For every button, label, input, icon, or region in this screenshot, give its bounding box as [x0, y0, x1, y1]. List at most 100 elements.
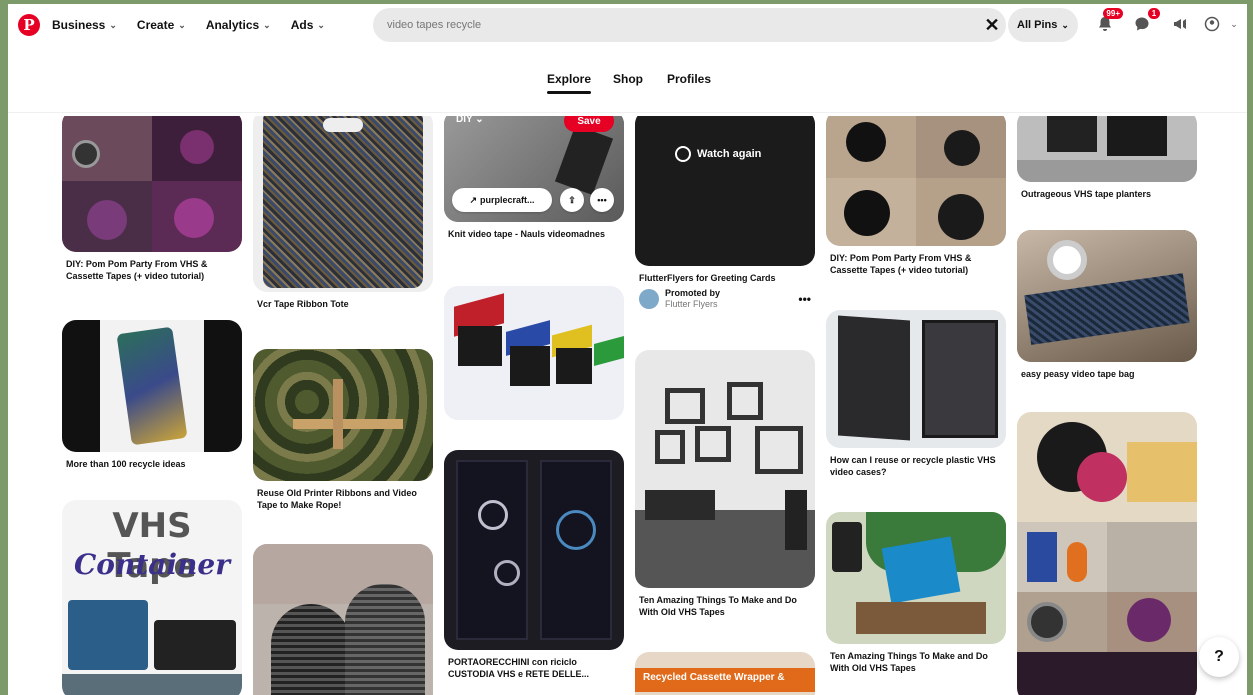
business-menu-button[interactable]: Business ⌄ [46, 14, 123, 36]
pin-image: Recycled Cassette Wrapper & [635, 652, 815, 695]
chevron-down-icon: ⌄ [1061, 19, 1069, 30]
pin-title: Outrageous VHS tape planters [1021, 189, 1152, 199]
pin-image [826, 310, 1006, 448]
source-link-button[interactable]: ↗ purplecraft... [452, 188, 552, 212]
search-query: video tapes recycle [387, 19, 482, 31]
advertiser-name: Flutter Flyers [665, 299, 718, 309]
pin-image [253, 349, 433, 481]
megaphone-icon[interactable] [1168, 12, 1192, 36]
pin-card[interactable]: DIY ⌄ Save ↗ purplecraft... ⇪ ••• Knit v… [444, 116, 624, 240]
pin-image [1017, 412, 1197, 695]
banner-text: Recycled Cassette Wrapper & [643, 672, 785, 683]
pin-image [444, 286, 624, 420]
pin-image [826, 512, 1006, 644]
pin-card[interactable]: More than 100 recycle ideas [62, 320, 242, 470]
chevron-down-icon: ⌄ [263, 19, 271, 30]
search-input[interactable]: video tapes recycle ✕ [373, 8, 1006, 42]
create-menu-button[interactable]: Create ⌄ [131, 14, 192, 36]
notifications-badge: 99+ [1103, 8, 1123, 19]
create-label: Create [136, 18, 175, 32]
messages-badge: 1 [1148, 8, 1160, 19]
pin-card[interactable]: DIY: Pom Pom Party From VHS & Cassette T… [62, 116, 242, 282]
analytics-menu-button[interactable]: Analytics ⌄ [200, 14, 277, 36]
filter-label: All Pins [1017, 19, 1058, 31]
pin-image [62, 320, 242, 452]
board-label: DIY [456, 116, 473, 125]
pin-image [444, 450, 624, 650]
promoted-label: Promoted by [665, 288, 721, 298]
pin-image: DIY ⌄ Save ↗ purplecraft... ⇪ ••• [444, 116, 624, 222]
pin-card[interactable]: Ten Amazing Things To Make and Do With O… [826, 512, 1006, 674]
pin-title: FlutterFlyers for Greeting Cards [639, 273, 776, 283]
search-tabs: Explore Shop Profiles [0, 72, 1253, 102]
pin-image [253, 116, 433, 292]
pinterest-logo[interactable]: P [18, 14, 40, 36]
bell-icon[interactable]: 99+ [1093, 8, 1123, 36]
pin-image [826, 116, 1006, 246]
chevron-down-icon: ⌄ [178, 19, 186, 30]
pin-title: easy peasy video tape bag [1021, 369, 1135, 379]
pin-card[interactable] [444, 286, 624, 420]
pin-title: Ten Amazing Things To Make and Do With O… [639, 595, 797, 617]
link-icon: ↗ [469, 194, 478, 205]
chevron-down-icon: ⌄ [317, 19, 325, 30]
search-filter-dropdown[interactable]: All Pins ⌄ [1008, 8, 1078, 42]
advertiser-avatar [639, 289, 659, 309]
pin-title: DIY: Pom Pom Party From VHS & Cassette T… [830, 253, 972, 275]
watch-again-label: Watch again [697, 148, 762, 160]
pin-card[interactable] [1017, 412, 1197, 695]
pin-card[interactable]: Ten Amazing Things To Make and Do With O… [635, 350, 815, 618]
pin-card[interactable] [253, 544, 433, 695]
pin-title: How can I reuse or recycle plastic VHS v… [830, 455, 996, 477]
clear-search-icon[interactable]: ✕ [978, 15, 1006, 36]
replay-icon [675, 146, 691, 162]
image-subheading: Container [74, 548, 230, 581]
promoted-by-row[interactable]: Promoted by Flutter Flyers ••• [635, 288, 815, 310]
pin-card[interactable]: VHS Tape Container [62, 500, 242, 695]
chat-icon[interactable]: 1 [1130, 8, 1160, 36]
chevron-down-icon: ⌄ [109, 19, 117, 30]
pin-image [62, 116, 242, 252]
pin-image: Watch again [635, 116, 815, 266]
divider [8, 112, 1247, 113]
tab-profiles[interactable]: Profiles [667, 72, 711, 86]
watch-again-button[interactable]: Watch again [675, 146, 761, 162]
pin-card[interactable]: Reuse Old Printer Ribbons and Video Tape… [253, 349, 433, 511]
pin-title: More than 100 recycle ideas [66, 459, 186, 469]
save-button[interactable]: Save [564, 116, 614, 132]
top-navigation-bar: P Business ⌄ Create ⌄ Analytics ⌄ Ads ⌄ … [8, 4, 1247, 46]
share-icon[interactable]: ⇪ [560, 188, 584, 212]
pin-title: Knit video tape - Nauls videomadnes [448, 229, 606, 239]
pin-card[interactable]: Outrageous VHS tape planters [1017, 116, 1197, 200]
pin-title: DIY: Pom Pom Party From VHS & Cassette T… [66, 259, 208, 281]
ads-label: Ads [290, 18, 314, 32]
account-icon[interactable] [1200, 12, 1224, 36]
pin-image [1017, 230, 1197, 362]
pin-title: Reuse Old Printer Ribbons and Video Tape… [257, 488, 417, 510]
pin-card[interactable]: DIY: Pom Pom Party From VHS & Cassette T… [826, 116, 1006, 276]
tab-explore[interactable]: Explore [547, 72, 592, 94]
chevron-down-icon[interactable]: ⌄ [1222, 12, 1246, 36]
more-options-icon[interactable]: ••• [590, 188, 614, 212]
ads-menu-button[interactable]: Ads ⌄ [285, 14, 331, 36]
pin-image [635, 350, 815, 588]
pin-title: Ten Amazing Things To Make and Do With O… [830, 651, 988, 673]
pin-image: VHS Tape Container [62, 500, 242, 695]
pin-card[interactable]: Watch again FlutterFlyers for Greeting C… [635, 116, 815, 310]
board-selector[interactable]: DIY ⌄ [456, 116, 484, 125]
business-label: Business [52, 18, 106, 32]
pin-image [1017, 116, 1197, 182]
pin-card[interactable]: Recycled Cassette Wrapper & [635, 652, 815, 695]
pin-title: PORTAORECCHINI con riciclo CUSTODIA VHS … [448, 657, 590, 679]
pin-card[interactable]: How can I reuse or recycle plastic VHS v… [826, 310, 1006, 478]
tab-shop[interactable]: Shop [613, 72, 643, 86]
pin-feed: DIY: Pom Pom Party From VHS & Cassette T… [0, 116, 1247, 695]
analytics-label: Analytics [205, 18, 260, 32]
pin-card[interactable]: easy peasy video tape bag [1017, 230, 1197, 380]
pin-card[interactable]: PORTAORECCHINI con riciclo CUSTODIA VHS … [444, 450, 624, 680]
source-label: purplecraft... [480, 195, 535, 205]
more-options-icon[interactable]: ••• [798, 292, 811, 306]
pin-card[interactable]: Vcr Tape Ribbon Tote [253, 116, 433, 310]
pin-image [253, 544, 433, 695]
help-button[interactable]: ? [1199, 637, 1239, 677]
